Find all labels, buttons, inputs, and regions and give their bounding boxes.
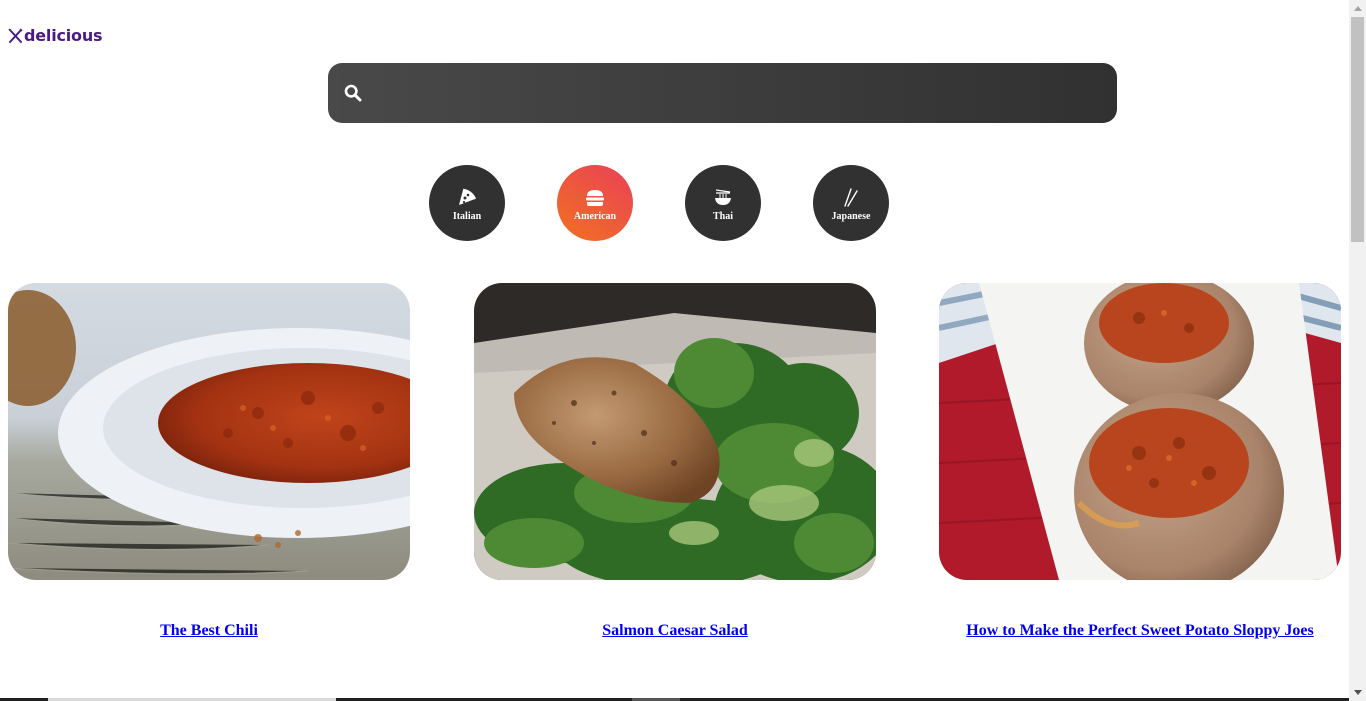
sweet-potato-sloppy-joes-photo[interactable]: [939, 283, 1341, 580]
recipe-title-link[interactable]: Salmon Caesar Salad: [474, 622, 876, 640]
pizza-icon: [457, 185, 477, 207]
chili-bowl-photo[interactable]: [8, 283, 410, 580]
search-bar: [328, 63, 1117, 123]
search-input[interactable]: [362, 63, 1117, 123]
scrollbar-thumb[interactable]: [1351, 17, 1364, 242]
category-label: Thai: [712, 210, 733, 222]
recipe-card[interactable]: How to Make the Perfect Sweet Potato Slo…: [939, 283, 1341, 640]
search-icon[interactable]: [344, 84, 362, 102]
recipe-card[interactable]: The Best Chili: [8, 283, 410, 640]
category-american[interactable]: American: [557, 165, 633, 241]
category-label: American: [573, 210, 617, 222]
noodle-bowl-icon: [713, 185, 733, 207]
chopsticks-icon: [841, 185, 861, 207]
scroll-up-arrow-icon[interactable]: [1349, 0, 1366, 17]
vertical-scrollbar[interactable]: [1349, 0, 1366, 701]
scroll-down-arrow-icon[interactable]: [1349, 684, 1366, 701]
recipe-card[interactable]: Salmon Caesar Salad: [474, 283, 876, 640]
recipe-title-link[interactable]: The Best Chili: [8, 622, 410, 640]
brand-name: delicious: [24, 26, 103, 45]
category-italian[interactable]: Italian: [429, 165, 505, 241]
category-thai[interactable]: Thai: [685, 165, 761, 241]
category-label: Japanese: [831, 210, 871, 222]
site-logo[interactable]: delicious: [8, 26, 103, 45]
crossed-utensils-icon: [8, 27, 23, 43]
burger-icon: [585, 185, 605, 207]
category-label: Italian: [452, 210, 482, 222]
category-japanese[interactable]: Japanese: [813, 165, 889, 241]
salmon-caesar-salad-photo[interactable]: [474, 283, 876, 580]
recipe-title-link[interactable]: How to Make the Perfect Sweet Potato Slo…: [939, 622, 1341, 640]
